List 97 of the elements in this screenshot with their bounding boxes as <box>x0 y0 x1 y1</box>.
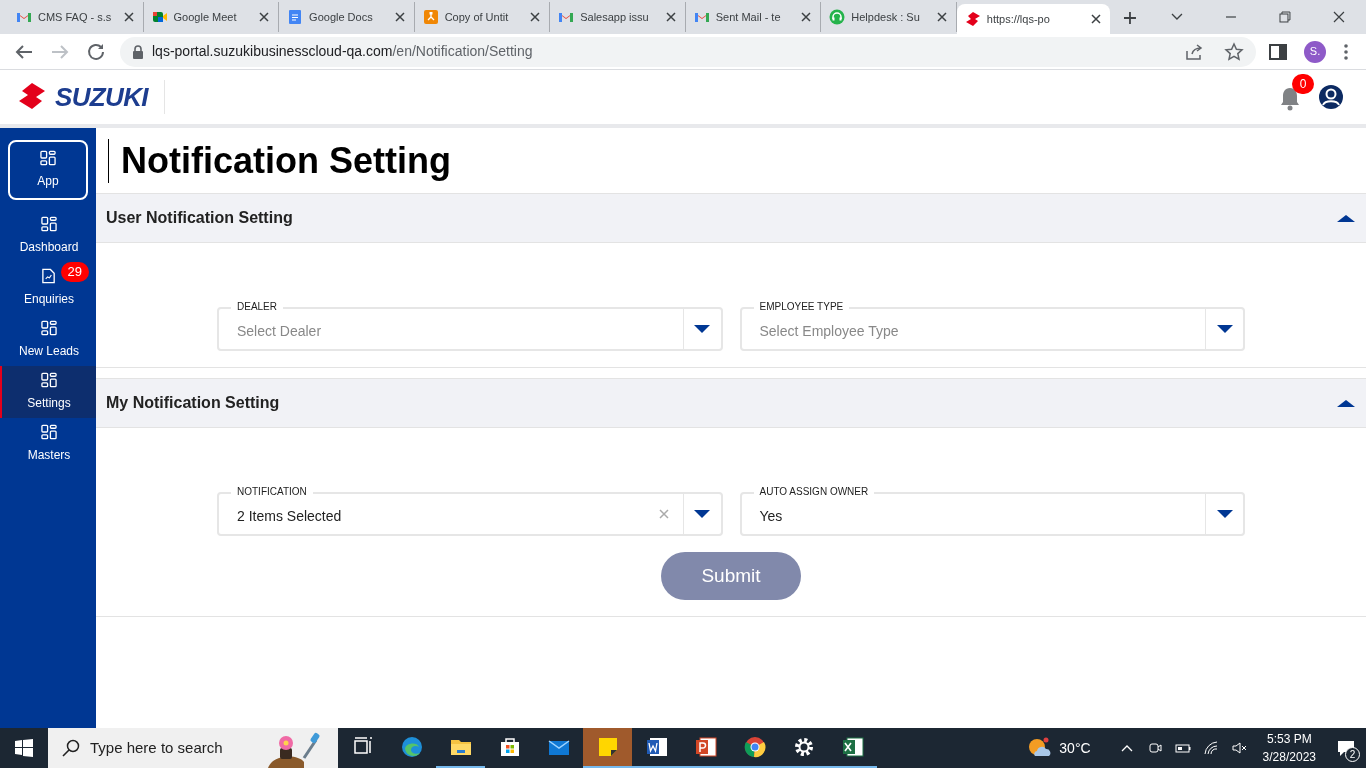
address-bar[interactable]: lqs-portal.suzukibusinesscloud-qa.com/en/Notification/Setting <box>120 36 1256 67</box>
caret-icon <box>1216 325 1233 333</box>
star-icon[interactable] <box>1224 41 1244 62</box>
presentation-icon <box>693 735 718 759</box>
collapse-icon[interactable] <box>1336 397 1356 409</box>
diagram-icon <box>422 9 439 25</box>
field-label: EMPLOYEE TYPE <box>753 302 850 312</box>
windows-start-icon[interactable] <box>15 739 33 757</box>
tab-title: Google Meet <box>173 9 237 25</box>
tab-title: Sent Mail - te <box>715 9 781 25</box>
browser-icon <box>399 735 424 759</box>
sidebar-label: Settings <box>27 395 71 412</box>
grid-icon <box>40 150 56 166</box>
browser-tab[interactable]: https://lqs-po <box>956 4 1111 34</box>
browser-tab[interactable]: Google Docs <box>279 2 415 32</box>
sidebar-label: Enquiries <box>24 291 74 308</box>
browser-icon <box>742 735 767 759</box>
close-icon[interactable] <box>935 11 948 23</box>
grid-icon <box>41 216 57 232</box>
logo-icon <box>964 11 981 27</box>
tab-title: https://lqs-po <box>986 11 1050 27</box>
headset-icon <box>829 9 846 25</box>
browser-tab[interactable]: CMS FAQ - s.s <box>8 2 144 32</box>
tab-title: Salesapp issu <box>580 9 649 25</box>
word-icon <box>644 735 669 759</box>
tab-title: Copy of Untit <box>444 9 509 25</box>
notification-count: 2 <box>1345 747 1360 762</box>
grid-icon <box>41 372 57 388</box>
sidebar-item[interactable]: Dashboard <box>0 210 96 262</box>
spreadsheet-icon <box>840 735 865 759</box>
grid-icon <box>41 424 57 440</box>
section-header[interactable]: User Notification Setting <box>96 193 1366 243</box>
close-icon[interactable] <box>1090 13 1103 25</box>
tab-title: Google Docs <box>309 9 373 25</box>
notification-count: 0 <box>1292 74 1314 94</box>
field-label: AUTO ASSIGN OWNER <box>753 487 875 497</box>
video-camera-icon <box>151 9 168 25</box>
sidebar-item[interactable]: App <box>8 140 88 200</box>
wifi-icon[interactable] <box>1202 740 1219 756</box>
lock-icon <box>132 44 144 59</box>
tab-title: CMS FAQ - s.s <box>38 9 112 25</box>
sidebar-item[interactable]: New Leads <box>0 314 96 366</box>
field-placeholder: Select Dealer <box>236 321 323 341</box>
new-tab-icon[interactable] <box>1122 10 1139 26</box>
logo-text: SUZUKI <box>55 80 148 114</box>
share-icon[interactable] <box>1184 41 1204 62</box>
caret-icon <box>1216 510 1233 518</box>
browser-tab[interactable]: Helpdesk : Su <box>821 2 957 32</box>
search-icon <box>62 739 80 757</box>
close-icon[interactable] <box>529 11 542 23</box>
section-header[interactable]: My Notification Setting <box>96 378 1366 428</box>
profile-avatar[interactable]: S. <box>1304 40 1326 63</box>
sidebar-label: App <box>37 173 59 190</box>
field-label: NOTIFICATION <box>231 487 313 497</box>
close-icon[interactable] <box>393 11 406 23</box>
url-text: lqs-portal.suzukibusinesscloud-qa.com/en/Notification/Setting <box>152 42 533 61</box>
page-title: Notification Setting <box>121 138 451 183</box>
taskbar-search-field[interactable]: Type here to search <box>48 728 338 768</box>
camera-icon[interactable] <box>1146 740 1163 756</box>
close-icon[interactable] <box>800 11 813 23</box>
side-panel-icon[interactable] <box>1268 41 1288 62</box>
search-placeholder: Type here to search <box>90 737 224 758</box>
clock-time[interactable]: 5:53 PM <box>1266 730 1312 748</box>
section-title: User Notification Setting <box>106 208 294 228</box>
chart-document-icon <box>41 268 57 284</box>
sidebar-item[interactable]: Settings <box>0 366 96 418</box>
close-icon[interactable] <box>664 11 677 23</box>
close-icon[interactable] <box>122 11 135 23</box>
browser-tab[interactable]: Google Meet <box>143 2 280 32</box>
sidebar-item[interactable]: Enquiries 29 <box>0 262 96 314</box>
section-title: My Notification Setting <box>106 393 281 413</box>
caret-icon <box>694 510 710 518</box>
restore-icon[interactable] <box>1277 9 1294 25</box>
field-placeholder: Select Employee Type <box>758 321 900 341</box>
sidebar-item[interactable]: Masters <box>0 418 96 470</box>
field-value: 2 Items Selected <box>236 506 343 526</box>
sidebar-label: New Leads <box>18 343 79 360</box>
user-icon[interactable] <box>1318 84 1344 110</box>
temperature[interactable]: 30°C <box>1059 737 1091 759</box>
browser-tab[interactable]: Salesapp issu <box>550 2 686 32</box>
close-icon[interactable] <box>258 11 271 23</box>
browser-tab[interactable]: Copy of Untit <box>414 2 551 32</box>
sidebar-label: Dashboard <box>19 239 79 256</box>
collapse-icon[interactable] <box>1336 212 1356 224</box>
count-badge: 29 <box>60 262 89 282</box>
sidebar-label: Masters <box>27 447 71 464</box>
field-label: DEALER <box>231 302 283 312</box>
field-value: Yes <box>758 506 784 526</box>
grid-icon <box>41 320 57 336</box>
browser-tab[interactable]: Sent Mail - te <box>685 2 822 32</box>
tab-title: Helpdesk : Su <box>851 9 920 25</box>
document-icon <box>287 9 304 25</box>
speaker-muted-icon[interactable] <box>1230 740 1247 756</box>
caret-icon <box>694 325 710 333</box>
close-icon[interactable] <box>1331 9 1347 25</box>
clock-date[interactable]: 3/28/2023 <box>1262 748 1316 766</box>
bell-icon[interactable] <box>1278 86 1302 112</box>
